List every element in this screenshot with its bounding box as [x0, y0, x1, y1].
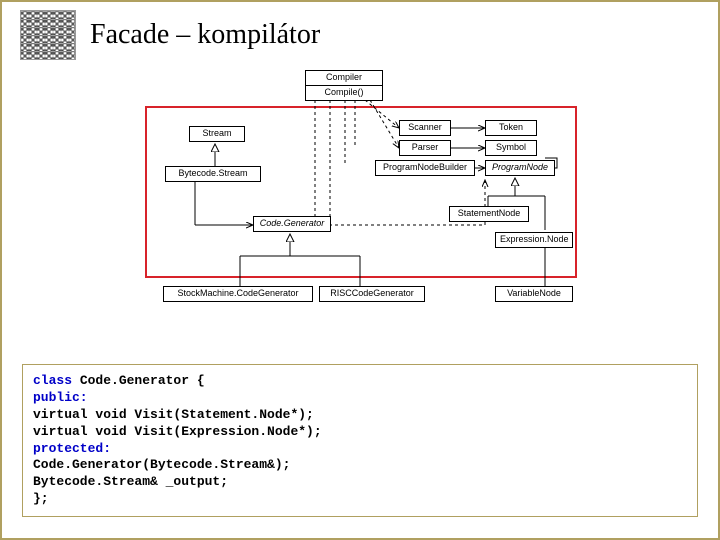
uml-class-scanner: Scanner: [399, 120, 451, 136]
uml-class-pnb: ProgramNodeBuilder: [375, 160, 475, 176]
slide-header: Facade – kompilátor: [2, 2, 718, 64]
uml-class-stream: Stream: [189, 126, 245, 142]
code-line: Code.Generator(Bytecode.Stream&);: [33, 457, 687, 474]
slide-title: Facade – kompilátor: [90, 19, 320, 51]
uml-class-bytecodestream: Bytecode.Stream: [165, 166, 261, 182]
code-line: virtual void Visit(Statement.Node*);: [33, 407, 687, 424]
uml-class-symbol: Symbol: [485, 140, 537, 156]
code-listing: class Code.Generator { public: virtual v…: [22, 364, 698, 517]
uml-class-programnode: ProgramNode: [485, 160, 555, 176]
uml-class-statementnode: StatementNode: [449, 206, 529, 222]
uml-op: Compile(): [310, 88, 378, 98]
uml-class-variablenode: VariableNode: [495, 286, 573, 302]
code-line: };: [33, 491, 687, 508]
code-line: Bytecode.Stream& _output;: [33, 474, 687, 491]
uml-diagram: Compiler Compile() Stream Bytecode.Strea…: [145, 70, 575, 320]
escher-logo: [20, 10, 76, 60]
uml-class-parser: Parser: [399, 140, 451, 156]
uml-class-compiler: Compiler Compile(): [305, 70, 383, 101]
uml-class-riscgen: RISCCodeGenerator: [319, 286, 425, 302]
code-line: virtual void Visit(Expression.Node*);: [33, 424, 687, 441]
code-line: public:: [33, 390, 687, 407]
uml-class-expressionnode: Expression.Node: [495, 232, 573, 248]
code-line: class Code.Generator {: [33, 373, 687, 390]
uml-class-token: Token: [485, 120, 537, 136]
uml-name: Compiler: [310, 73, 378, 83]
code-line: protected:: [33, 441, 687, 458]
slide: Facade – kompilátor: [0, 0, 720, 540]
uml-class-codegenerator: Code.Generator: [253, 216, 331, 232]
uml-class-stackgen: StockMachine.CodeGenerator: [163, 286, 313, 302]
